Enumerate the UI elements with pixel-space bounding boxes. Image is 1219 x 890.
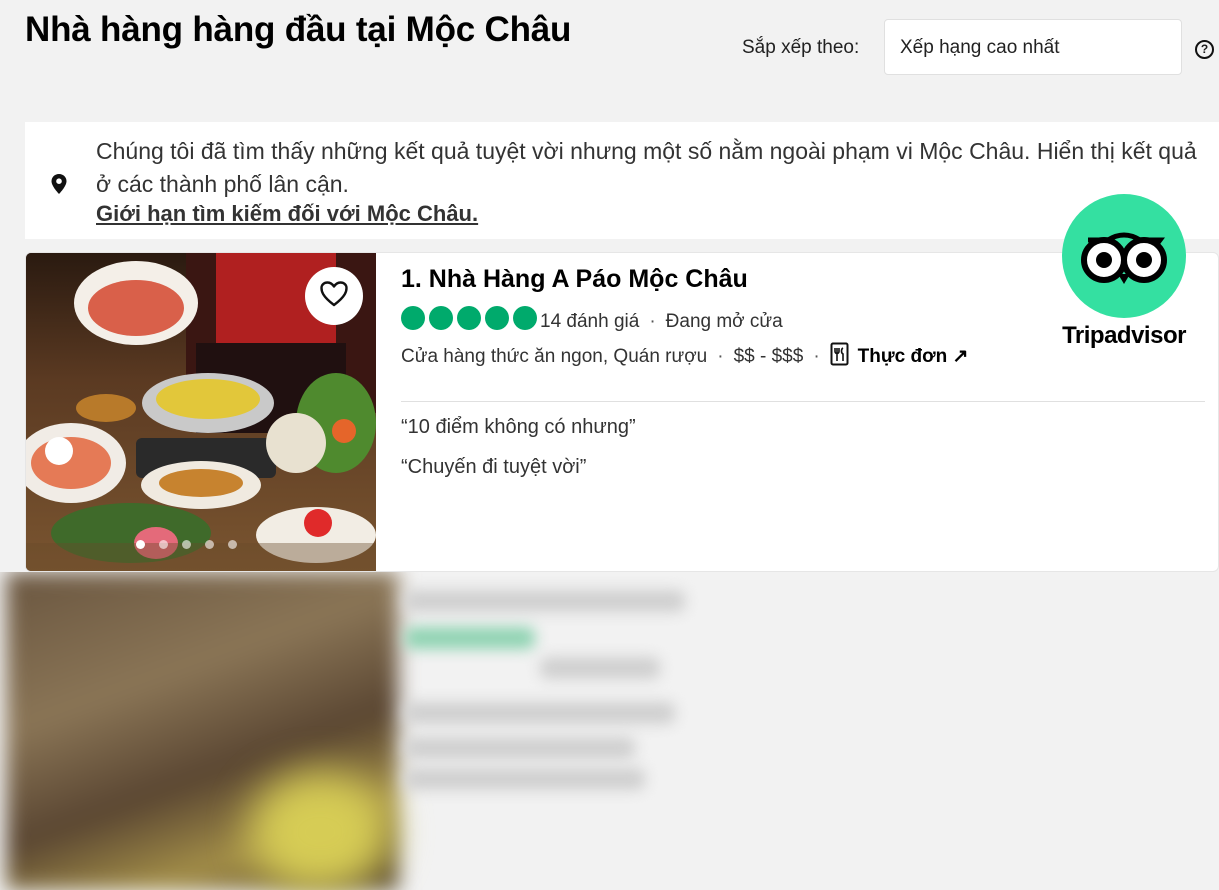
photo-carousel-dots[interactable] (136, 540, 237, 549)
price-range: $$ - $$$ (733, 346, 804, 367)
review-snippet[interactable]: “Chuyến đi tuyệt vời” (401, 456, 586, 479)
rating-bubble (457, 306, 481, 330)
separator: · (649, 311, 656, 332)
notice-text: Chúng tôi đã tìm thấy những kết quả tuyệ… (96, 138, 1197, 197)
menu-label: Thực đơn (857, 346, 948, 367)
rating-bubble (485, 306, 509, 330)
rating-bubble (513, 306, 537, 330)
logo-wordmark: Tripadvisor (1062, 322, 1186, 349)
menu-book-icon (830, 342, 850, 372)
rating-bubble (429, 306, 453, 330)
limit-search-link[interactable]: Giới hạn tìm kiếm đối với Mộc Châu. (96, 201, 478, 227)
carousel-dot[interactable] (136, 540, 145, 549)
open-status: Đang mở cửa (665, 311, 783, 332)
location-notice: Chúng tôi đã tìm thấy những kết quả tuyệ… (25, 122, 1219, 239)
review-snippet[interactable]: “10 điểm không có nhưng” (401, 416, 636, 439)
sort-label: Sắp xếp theo: (742, 37, 860, 58)
carousel-dot[interactable] (159, 540, 168, 549)
restaurant-card[interactable]: 1. Nhà Hàng A Páo Mộc Châu 14 đánh giá · Đ… (25, 252, 1219, 572)
heart-icon (320, 280, 348, 312)
restaurant-name[interactable]: 1. Nhà Hàng A Páo Mộc Châu (401, 265, 748, 294)
location-pin-icon (50, 174, 68, 199)
cuisine-list: Cửa hàng thức ăn ngon, Quán rượu (401, 346, 708, 367)
restaurant-details: Cửa hàng thức ăn ngon, Quán rượu · $$ - $$… (401, 342, 968, 372)
save-favorite-button[interactable] (305, 267, 363, 325)
review-count[interactable]: 14 đánh giá (540, 311, 639, 332)
rating-bubble (401, 306, 425, 330)
separator: · (717, 346, 724, 367)
carousel-dot[interactable] (205, 540, 214, 549)
rating-bubbles (401, 306, 537, 330)
rating-meta: 14 đánh giá · Đang mở cửa (540, 311, 783, 333)
divider (401, 401, 1205, 402)
owl-icon (1062, 194, 1186, 318)
menu-link[interactable]: Thực đơn ↗ (830, 342, 969, 367)
tripadvisor-logo: Tripadvisor (1062, 194, 1186, 350)
next-restaurant-card-blurred (0, 572, 1219, 890)
help-icon[interactable]: ? (1195, 40, 1214, 59)
separator: · (813, 346, 820, 367)
external-link-icon: ↗ (952, 346, 969, 367)
page-title: Nhà hàng hàng đầu tại Mộc Châu (25, 10, 572, 49)
restaurant-photo[interactable] (26, 253, 376, 571)
sort-select[interactable]: Xếp hạng cao nhất (884, 19, 1182, 75)
carousel-dot[interactable] (182, 540, 191, 549)
carousel-dot[interactable] (228, 540, 237, 549)
